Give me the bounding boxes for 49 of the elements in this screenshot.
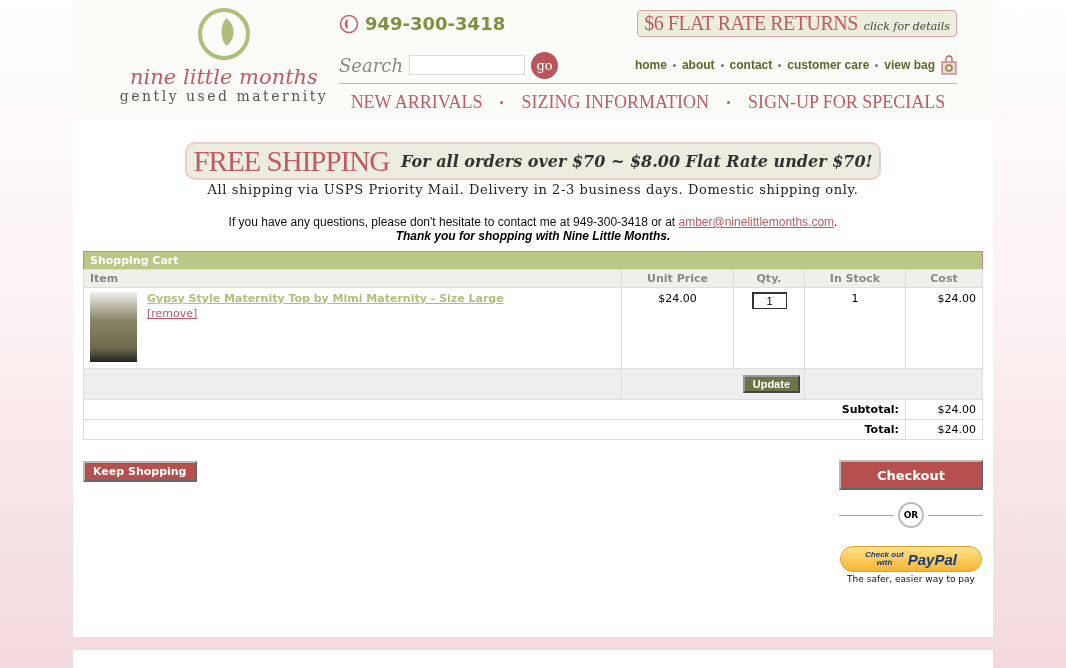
remove-link[interactable]: [remove] [147, 307, 504, 320]
total-value: $24.00 [905, 399, 983, 420]
checkout-button[interactable]: Checkout [839, 460, 983, 490]
top-link[interactable]: home [634, 58, 667, 73]
search-label: Search [339, 54, 403, 76]
or-label: OR [898, 502, 924, 528]
photo-placeholder [90, 292, 137, 362]
paypal-tagline: The safer, easier way to pay [847, 574, 975, 584]
nav-link[interactable]: NEW ARRIVALS [350, 91, 483, 113]
nav-link[interactable]: SIZING INFORMATION [521, 91, 709, 113]
separator-dot [500, 100, 504, 104]
column-header: Item [83, 269, 622, 288]
separator-dot [672, 63, 676, 67]
phone-number: 949-300-3418 [365, 13, 506, 35]
keep-shopping-button[interactable]: Keep Shopping [83, 461, 197, 482]
phone-icon [339, 13, 359, 34]
separator-dot [727, 100, 730, 104]
table-cell: $24.00 [621, 287, 734, 369]
banner-title: FREE SHIPPING [193, 144, 390, 178]
separator-dot [875, 63, 879, 67]
logo-text: nine little months [130, 66, 318, 88]
column-header: Cost [905, 269, 983, 288]
cart-title: Shopping Cart [83, 251, 983, 270]
shopping-bag-icon[interactable] [941, 55, 957, 76]
separator-dot [720, 63, 724, 67]
search-field[interactable] [409, 55, 525, 76]
top-link[interactable]: view bag [884, 58, 935, 73]
column-header: In Stock [804, 269, 906, 288]
total-label: Subtotal: [83, 399, 906, 420]
top-link[interactable]: contact [729, 58, 773, 73]
table-cell: $24.00 [905, 287, 983, 369]
column-header: Unit Price [621, 269, 734, 288]
top-link[interactable]: customer care [787, 58, 870, 73]
banner-offer: For all orders over $70 ~ $8.00 Flat Rate under $70! [401, 151, 873, 171]
returns-banner[interactable]: $6 FLAT RATE RETURNS click for details [637, 10, 957, 38]
column-header: Qty. [733, 269, 805, 288]
quantity-field[interactable]: 1 [751, 292, 787, 309]
top-link[interactable]: about [681, 58, 715, 73]
total-value: $24.00 [905, 419, 983, 440]
thank-you-note: Thank you for shopping with Nine Little Months. [394, 229, 672, 243]
total-label: Total: [83, 419, 906, 440]
separator-dot [778, 63, 782, 67]
table-cell: 1 [804, 287, 906, 369]
go-button[interactable]: go [531, 51, 558, 79]
update-button[interactable]: Update [742, 375, 800, 393]
nav-link[interactable]: SIGN-UP FOR SPECIALS [748, 91, 946, 113]
contact-message: If you have any questions, please don't hesitate to contact me at 949-300-3418 or at amber@ninelittlemonths.com. [227, 215, 839, 229]
shipping-note: All shipping via USPS Priority Mail. Delivery in 2-3 business days. Domestic shipping only. [207, 182, 859, 197]
logo-tagline: gently used maternity [119, 88, 329, 104]
